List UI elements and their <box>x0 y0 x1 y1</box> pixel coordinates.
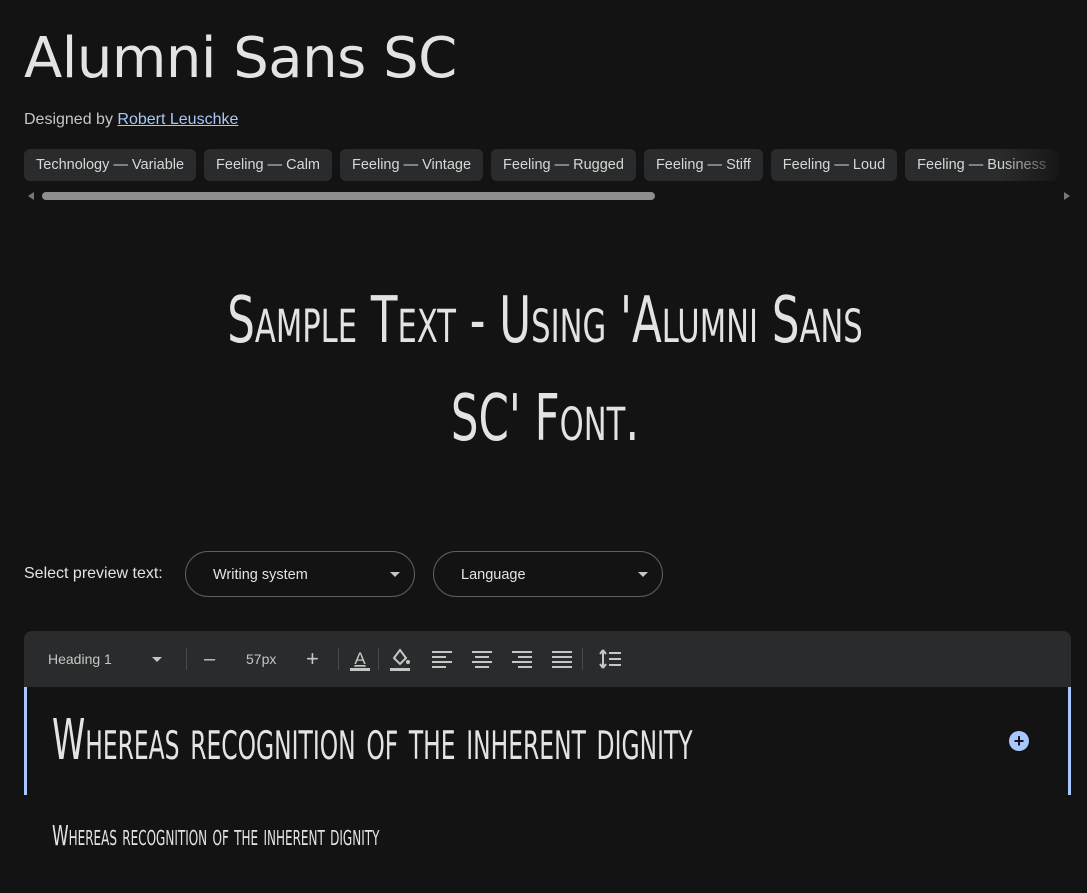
writing-system-select[interactable]: Writing system <box>185 551 415 597</box>
writing-system-value: Writing system <box>213 567 308 583</box>
preview-label: Select preview text: <box>24 565 163 582</box>
line-spacing-icon[interactable] <box>598 631 622 687</box>
designed-by-label: Designed by <box>24 111 113 128</box>
style-select[interactable]: Heading 1 <box>48 631 178 687</box>
font-size-value[interactable]: 57px <box>246 631 276 687</box>
align-left-icon[interactable] <box>431 631 453 687</box>
align-center-icon[interactable] <box>471 631 493 687</box>
language-select[interactable]: Language <box>433 551 663 597</box>
divider <box>338 648 339 670</box>
tag-chip[interactable]: Feeling — Loud <box>770 149 898 181</box>
scroll-thumb[interactable] <box>42 192 655 200</box>
scroll-right-icon[interactable] <box>1064 192 1070 200</box>
scroll-left-icon[interactable] <box>28 192 34 200</box>
svg-text:A: A <box>354 649 366 668</box>
tag-chip[interactable]: Technology — Variable <box>24 149 197 181</box>
divider <box>582 648 583 670</box>
text-color-icon[interactable]: A <box>349 631 371 687</box>
heading-preview-text[interactable]: Whereas recognition of the inherent dign… <box>52 708 693 774</box>
designer-link[interactable]: Robert Leuschke <box>117 111 238 128</box>
tag-chip[interactable]: Feeling — Rugged <box>491 149 636 181</box>
align-justify-icon[interactable] <box>551 631 573 687</box>
divider <box>186 648 187 670</box>
increase-size-button[interactable]: + <box>306 631 319 687</box>
designer-line: Designed by Robert Leuschke <box>24 111 238 129</box>
chevron-down-icon <box>152 657 162 662</box>
body-preview-text[interactable]: Whereas recognition of the inherent dign… <box>52 820 379 852</box>
style-value: Heading 1 <box>48 651 112 667</box>
tags-fade <box>1000 149 1070 181</box>
decrease-size-button[interactable]: – <box>204 631 215 687</box>
language-value: Language <box>461 567 526 583</box>
tag-list: Technology — Variable Feeling — Calm Fee… <box>24 149 1064 181</box>
tags-scrollbar[interactable] <box>24 189 1074 203</box>
sample-text: Sample Text - Using 'Alumni Sans SC' Fon… <box>227 284 863 456</box>
tag-chip[interactable]: Feeling — Stiff <box>643 149 763 181</box>
tag-chip[interactable]: Feeling — Vintage <box>340 149 484 181</box>
highlight-color-icon[interactable] <box>389 631 411 687</box>
divider <box>378 648 379 670</box>
add-icon[interactable]: + <box>1009 731 1029 751</box>
chevron-down-icon <box>638 572 648 577</box>
editor-toolbar: Heading 1 – 57px + A <box>24 631 1071 687</box>
align-right-icon[interactable] <box>511 631 533 687</box>
chevron-down-icon <box>390 572 400 577</box>
tag-chip[interactable]: Feeling — Calm <box>204 149 332 181</box>
font-title: Alumni Sans SC <box>24 26 457 91</box>
